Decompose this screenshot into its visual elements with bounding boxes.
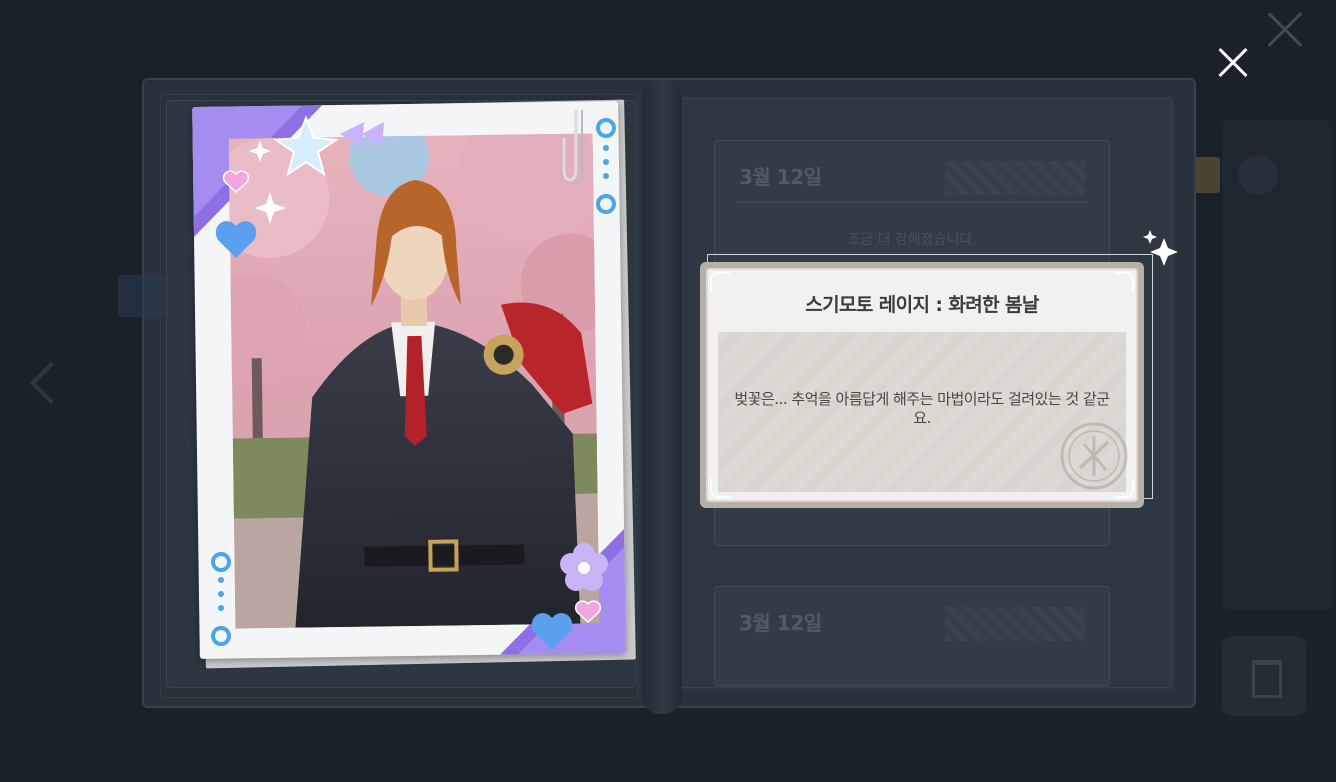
star-icon — [273, 115, 339, 177]
sparkle-icon — [1143, 230, 1178, 266]
diary-entry: 3월 12일 — [714, 586, 1110, 686]
popup-corner — [1114, 272, 1134, 292]
background-side-tab — [118, 275, 166, 317]
entry-stripe — [945, 607, 1085, 641]
background-trash-button — [1222, 636, 1306, 716]
entry-date: 3월 12일 — [739, 611, 822, 635]
close-icon[interactable] — [1214, 44, 1252, 82]
entry-divider — [737, 201, 1087, 203]
dot-icon — [596, 118, 616, 138]
heart-icon — [215, 221, 257, 258]
background-close-icon — [1266, 10, 1304, 48]
sparkle-icon — [254, 192, 286, 224]
entry-text: 조금 더 강해졌습니다. — [847, 232, 977, 248]
seal-stamp-icon — [1060, 422, 1128, 490]
entry-date: 3월 12일 — [739, 165, 822, 189]
paperclip-icon — [562, 110, 583, 184]
bow-icon — [340, 122, 384, 148]
entry-stripe — [945, 161, 1085, 195]
flower-icon — [560, 543, 608, 591]
popup-title: 스기모토 레이지 : 화려한 봄날 — [805, 294, 1039, 316]
background-round-button — [1238, 155, 1278, 195]
card-overlay-decor — [211, 115, 616, 650]
background-side-panel — [1222, 120, 1332, 610]
background-prev-arrow-icon — [26, 360, 56, 406]
popup-corner — [710, 272, 730, 292]
diary-spine — [642, 80, 682, 714]
